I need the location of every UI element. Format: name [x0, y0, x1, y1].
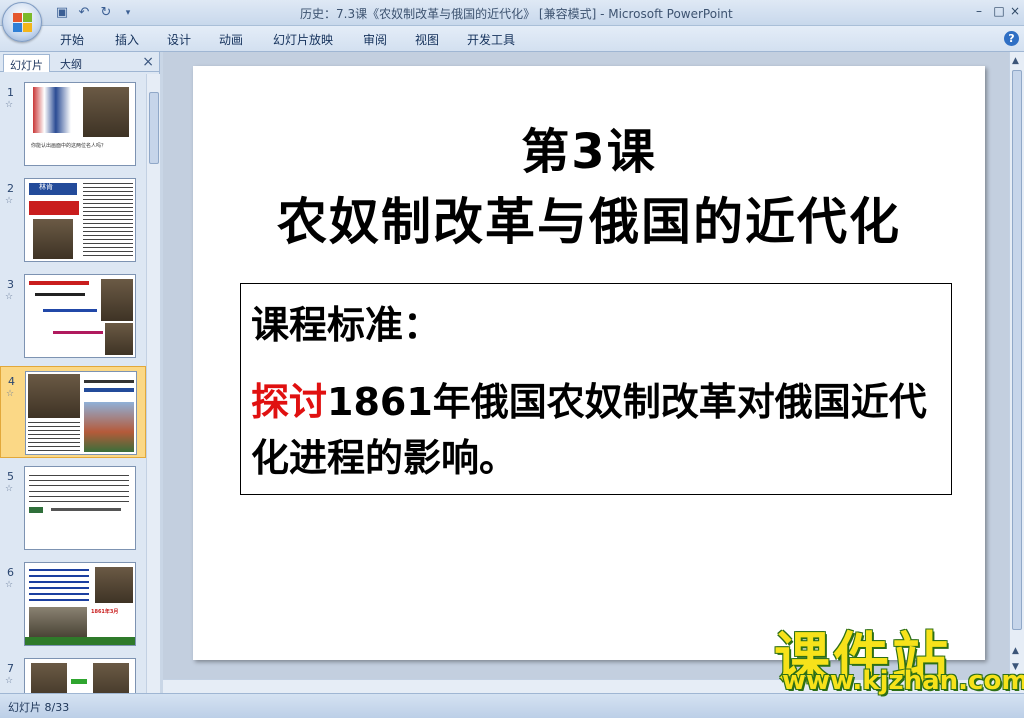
- watermark-url: www.kjzhan.com: [782, 666, 1024, 696]
- scroll-up-icon[interactable]: ▲: [1012, 56, 1019, 66]
- slide-number: 2: [7, 182, 14, 195]
- animation-icon: ☆: [5, 676, 14, 686]
- slide-thumb-7[interactable]: 7 ☆: [0, 654, 146, 693]
- slide-editor: 第3课 农奴制改革与俄国的近代化 课程标准： 探讨1861年俄国农奴制改革对俄国…: [163, 52, 1009, 693]
- save-icon[interactable]: ▣: [52, 3, 72, 23]
- tab-home[interactable]: 开始: [60, 31, 84, 48]
- scrollbar-thumb[interactable]: [149, 92, 159, 164]
- panel-tabs: 幻灯片 大纲 ×: [0, 52, 160, 72]
- window-title: 历史：7.3课《农奴制改革与俄国的近代化》 [兼容模式] - Microsoft…: [300, 7, 733, 21]
- animation-icon: ☆: [5, 580, 14, 590]
- animation-icon: ☆: [5, 484, 14, 494]
- thumb-caption: 林肯: [39, 183, 53, 191]
- tab-developer[interactable]: 开发工具: [467, 31, 515, 48]
- thumb-caption: 你能认出画面中的这两位名人吗？: [31, 143, 107, 149]
- slide-number: 3: [7, 278, 14, 291]
- tab-view[interactable]: 视图: [415, 31, 439, 48]
- keyword-explore: 探讨: [251, 380, 328, 424]
- undo-icon[interactable]: ↶: [74, 3, 94, 23]
- thumbnails-scrollbar[interactable]: [146, 74, 160, 693]
- standard-heading: 课程标准：: [251, 303, 442, 347]
- slide-thumbnails: 1 ☆ 你能认出画面中的这两位名人吗？ 2 ☆ 林肯 3 ☆ 4 ☆ 5 ☆ 6…: [0, 74, 146, 693]
- tab-design[interactable]: 设计: [167, 31, 191, 48]
- thumbnail-image: [24, 658, 136, 693]
- tab-animations[interactable]: 动画: [219, 31, 243, 48]
- animation-icon: ☆: [6, 389, 15, 399]
- tab-insert[interactable]: 插入: [115, 31, 139, 48]
- close-icon[interactable]: ×: [142, 54, 154, 70]
- thumbnail-image: [24, 466, 136, 550]
- office-button[interactable]: [2, 2, 42, 42]
- standard-textbox[interactable]: 课程标准： 探讨1861年俄国农奴制改革对俄国近代化进程的影响。: [240, 283, 952, 495]
- thumbnail-image: 1861年3月: [24, 562, 136, 646]
- animation-icon: ☆: [5, 196, 14, 206]
- standard-text: 1861年俄国农奴制改革对俄国近代化进程的影响。: [251, 380, 927, 480]
- redo-icon[interactable]: ↻: [96, 3, 116, 23]
- slide-number: 1: [7, 86, 14, 99]
- tab-outline[interactable]: 大纲: [54, 54, 88, 72]
- slide-thumb-4[interactable]: 4 ☆: [0, 366, 146, 458]
- slide-subtitle: 农奴制改革与俄国的近代化: [277, 193, 901, 251]
- office-logo-icon: [13, 13, 33, 33]
- title-bar: ▣ ↶ ↻ ▾ 历史：7.3课《农奴制改革与俄国的近代化》 [兼容模式] - M…: [0, 0, 1024, 26]
- standard-body: 探讨1861年俄国农奴制改革对俄国近代化进程的影响。: [251, 374, 941, 486]
- slide-thumb-1[interactable]: 1 ☆ 你能认出画面中的这两位名人吗？: [0, 78, 146, 170]
- help-icon[interactable]: ?: [1004, 31, 1019, 46]
- animation-icon: ☆: [5, 100, 14, 110]
- slides-panel: 幻灯片 大纲 × 1 ☆ 你能认出画面中的这两位名人吗？ 2 ☆ 林肯 3 ☆ …: [0, 52, 160, 693]
- slide-number: 4: [8, 375, 15, 388]
- slide-thumb-3[interactable]: 3 ☆: [0, 270, 146, 362]
- slide-number: 5: [7, 470, 14, 483]
- slide-thumb-6[interactable]: 6 ☆ 1861年3月: [0, 558, 146, 650]
- ribbon-tabs: 开始 插入 设计 动画 幻灯片放映 审阅 视图 开发工具 ?: [0, 26, 1024, 52]
- slide-title: 第3课: [521, 124, 657, 180]
- current-slide[interactable]: 第3课 农奴制改革与俄国的近代化 课程标准： 探讨1861年俄国农奴制改革对俄国…: [193, 66, 985, 660]
- slide-number: 7: [7, 662, 14, 675]
- slide-number: 6: [7, 566, 14, 579]
- scrollbar-thumb[interactable]: [1012, 70, 1022, 630]
- close-button[interactable]: ×: [1004, 2, 1024, 20]
- animation-icon: ☆: [5, 292, 14, 302]
- tab-review[interactable]: 审阅: [363, 31, 387, 48]
- tab-slideshow[interactable]: 幻灯片放映: [273, 31, 333, 48]
- thumbnail-image: 林肯: [24, 178, 136, 262]
- thumbnail-image: 你能认出画面中的这两位名人吗？: [24, 82, 136, 166]
- editor-scrollbar[interactable]: ▲ ▲ ▼: [1009, 52, 1024, 693]
- slide-thumb-2[interactable]: 2 ☆ 林肯: [0, 174, 146, 266]
- dropdown-icon[interactable]: ▾: [118, 3, 138, 23]
- thumbnail-image: [25, 371, 137, 455]
- tab-slides[interactable]: 幻灯片: [3, 54, 50, 72]
- thumbnail-image: [24, 274, 136, 358]
- slide-thumb-5[interactable]: 5 ☆: [0, 462, 146, 554]
- thumb-caption: 1861年3月: [91, 609, 119, 615]
- status-bar: 幻灯片 8/33: [0, 693, 1024, 718]
- previous-slide-icon[interactable]: ▲: [1012, 646, 1019, 656]
- slide-position: 幻灯片 8/33: [8, 701, 70, 714]
- minimize-button[interactable]: –: [968, 2, 990, 20]
